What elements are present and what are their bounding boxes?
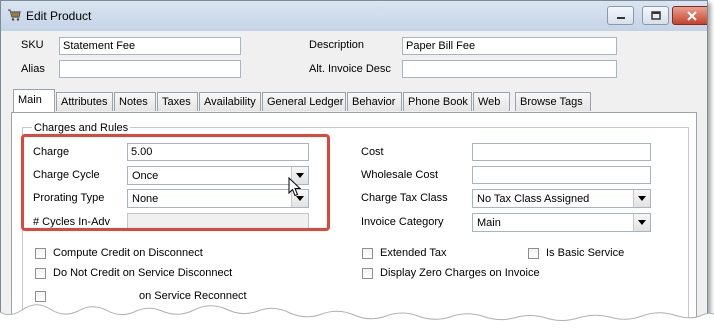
is-basic-service-label: Is Basic Service (546, 247, 625, 259)
tab-browse-tags[interactable]: Browse Tags (515, 92, 591, 111)
description-label: Description (309, 39, 365, 51)
charge-tax-class-value: No Tax Class Assigned (477, 193, 590, 205)
wholesale-cost-label: Wholesale Cost (361, 169, 439, 181)
edit-product-window: Edit Product SKU Alias Description Alt. … (0, 0, 708, 328)
extended-tax-checkbox[interactable] (362, 248, 373, 259)
title-bar[interactable]: Edit Product (1, 1, 707, 31)
minimize-button[interactable] (607, 6, 634, 25)
annotation-highlight-box (21, 134, 330, 231)
minimize-icon (616, 16, 625, 19)
extended-tax-label: Extended Tax (380, 247, 447, 259)
maximize-icon (650, 10, 661, 20)
sku-label: SKU (21, 39, 44, 51)
do-not-credit-label: Do Not Credit on Service Disconnect (53, 267, 233, 279)
window-title: Edit Product (26, 9, 92, 23)
is-basic-service-checkbox[interactable] (528, 248, 539, 259)
close-icon (687, 10, 697, 21)
cost-input[interactable] (472, 143, 651, 161)
service-reconnect-label: on Service Reconnect (139, 290, 247, 302)
close-button[interactable] (672, 6, 707, 25)
tab-main[interactable]: Main (13, 89, 55, 112)
compute-credit-checkbox[interactable] (35, 248, 46, 259)
tab-availability[interactable]: Availability (199, 92, 261, 111)
compute-credit-label: Compute Credit on Disconnect (53, 247, 203, 259)
alt-invoice-desc-input[interactable] (402, 60, 617, 78)
tab-behavior[interactable]: Behavior (347, 92, 402, 111)
service-reconnect-checkbox[interactable] (35, 291, 46, 302)
tab-general-ledger[interactable]: General Ledger (262, 92, 346, 111)
maximize-button[interactable] (642, 6, 669, 25)
alias-input[interactable] (59, 60, 241, 78)
invoice-category-label: Invoice Category (361, 216, 444, 228)
mouse-cursor-icon (288, 177, 302, 197)
tab-phone-book[interactable]: Phone Book (403, 92, 472, 111)
alt-invoice-desc-label: Alt. Invoice Desc (309, 63, 391, 75)
tab-attributes[interactable]: Attributes (56, 92, 113, 111)
invoice-category-value: Main (477, 217, 501, 229)
wholesale-cost-input[interactable] (472, 166, 651, 184)
tab-web[interactable]: Web (473, 92, 510, 111)
tab-notes[interactable]: Notes (114, 92, 156, 111)
description-input[interactable] (402, 37, 617, 55)
tab-taxes[interactable]: Taxes (157, 92, 198, 111)
sku-input[interactable] (59, 37, 241, 55)
cost-label: Cost (361, 146, 384, 158)
dropdown-arrow-icon[interactable] (633, 190, 650, 207)
charges-and-rules-title: Charges and Rules (32, 122, 131, 134)
charge-tax-class-label: Charge Tax Class (361, 192, 448, 204)
display-zero-charges-checkbox[interactable] (362, 268, 373, 279)
invoice-category-select[interactable]: Main (472, 213, 651, 232)
display-zero-charges-label: Display Zero Charges on Invoice (380, 267, 540, 279)
charge-tax-class-select[interactable]: No Tax Class Assigned (472, 189, 651, 208)
app-icon (8, 9, 21, 21)
dropdown-arrow-icon[interactable] (633, 214, 650, 231)
do-not-credit-checkbox[interactable] (35, 268, 46, 279)
alias-label: Alias (21, 63, 45, 75)
